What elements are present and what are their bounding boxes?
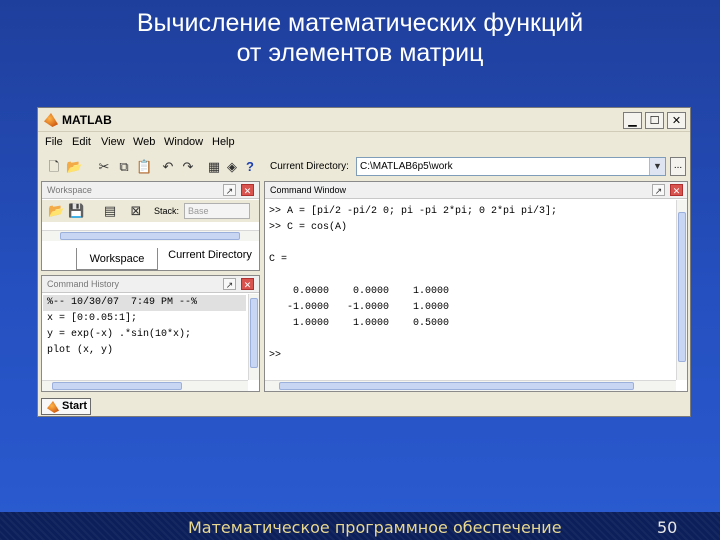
redo-icon[interactable]: ↷ (180, 159, 196, 175)
menu-edit[interactable]: Edit (72, 136, 91, 148)
current-directory-label: Current Directory: (270, 161, 349, 172)
matlab-logo-icon (47, 401, 59, 413)
undock-icon[interactable]: ↗ (223, 184, 236, 196)
current-directory-input[interactable]: C:\MATLAB6p5\work (356, 157, 666, 176)
menu-help[interactable]: Help (212, 136, 235, 148)
cut-icon[interactable]: ✂ (96, 159, 112, 175)
scroll-thumb[interactable] (279, 382, 634, 390)
stack-select[interactable]: Base (184, 203, 250, 219)
history-title: Command History (47, 279, 120, 289)
import-icon[interactable]: ▤ (102, 203, 118, 219)
close-icon[interactable]: ✕ (241, 278, 254, 290)
title-bar: MATLAB ▁ ☐ ✕ (38, 108, 690, 132)
workspace-hscroll[interactable] (42, 230, 259, 241)
command-vscroll[interactable] (676, 200, 687, 380)
window-title: MATLAB (62, 113, 112, 127)
close-icon[interactable]: ✕ (670, 184, 683, 196)
workspace-title: Workspace (47, 185, 92, 195)
undo-icon[interactable]: ↶ (160, 159, 176, 175)
paste-icon[interactable]: 📋 (136, 159, 152, 175)
main-toolbar: 🗋 📂 ✂ ⧉ 📋 ↶ ↷ ▦ ◈ ? Current Directory: C… (38, 154, 690, 180)
footer-text: Математическое программное обеспечение (188, 518, 562, 537)
help-icon[interactable]: ? (242, 159, 258, 175)
close-button[interactable]: ✕ (667, 112, 686, 129)
history-line[interactable]: x = [0:0.05:1]; (47, 313, 137, 324)
save-icon[interactable]: 💾 (68, 203, 84, 219)
history-line[interactable]: plot (x, y) (47, 345, 113, 356)
menu-window[interactable]: Window (164, 136, 203, 148)
start-label: Start (62, 400, 88, 412)
command-window-title: Command Window (270, 185, 347, 195)
status-bar: Start (38, 396, 690, 416)
chevron-down-icon[interactable]: ▼ (649, 158, 665, 175)
copy-icon[interactable]: ⧉ (116, 159, 132, 175)
stack-label: Stack: (154, 206, 180, 216)
slide-title-line1: Вычисление математических функций (136, 9, 584, 37)
workspace-panel: Workspace ↗ ✕ 📂 💾 ▤ ⊠ Stack: Base Worksp… (41, 181, 260, 271)
matlab-logo-icon (44, 113, 58, 127)
workspace-tab[interactable]: Workspace (76, 248, 158, 270)
command-window-header: Command Window ↗ ✕ (265, 182, 687, 199)
command-line[interactable]: >> A = [pi/2 -pi/2 0; pi -pi 2*pi; 0 2*p… (269, 206, 557, 217)
scroll-thumb[interactable] (250, 298, 258, 368)
command-line[interactable]: C = (269, 254, 287, 265)
minimize-button[interactable]: ▁ (623, 112, 642, 129)
page-number: 50 (657, 518, 678, 537)
open-variable-icon[interactable]: 📂 (48, 203, 64, 219)
workspace-header: Workspace ↗ ✕ (42, 182, 259, 199)
close-icon[interactable]: ✕ (241, 184, 254, 196)
command-line[interactable]: >> C = cos(A) (269, 222, 347, 233)
slide-title: Вычисление математических функций от эле… (0, 8, 720, 68)
simulink-icon[interactable]: ▦ (206, 159, 222, 175)
new-file-icon[interactable]: 🗋 (46, 159, 62, 175)
maximize-button[interactable]: ☐ (645, 112, 664, 129)
history-hscroll[interactable] (42, 380, 248, 391)
menu-view[interactable]: View (101, 136, 125, 148)
menu-file[interactable]: File (45, 136, 63, 148)
workspace-toolbar: 📂 💾 ▤ ⊠ Stack: Base (42, 200, 259, 222)
command-line[interactable]: 0.0000 0.0000 1.0000 (269, 286, 449, 297)
command-history-panel: Command History ↗ ✕ %-- 10/30/07 7:49 PM… (41, 275, 260, 392)
history-header: Command History ↗ ✕ (42, 276, 259, 293)
command-window-panel: Command Window ↗ ✕ >> A = [pi/2 -pi/2 0;… (264, 181, 688, 392)
slide-footer: Математическое программное обеспечение 5… (0, 512, 720, 540)
open-folder-icon[interactable]: 📂 (66, 159, 82, 175)
guide-icon[interactable]: ◈ (224, 159, 240, 175)
menu-web[interactable]: Web (133, 136, 155, 148)
command-hscroll[interactable] (265, 380, 676, 391)
undock-icon[interactable]: ↗ (652, 184, 665, 196)
history-vscroll[interactable] (248, 294, 259, 380)
delete-icon[interactable]: ⊠ (128, 203, 144, 219)
matlab-window: MATLAB ▁ ☐ ✕ File Edit View Web Window H… (37, 107, 691, 417)
command-line[interactable]: -1.0000 -1.0000 1.0000 (269, 302, 449, 313)
scroll-thumb[interactable] (52, 382, 182, 390)
start-button[interactable]: Start (41, 398, 91, 415)
menu-bar: File Edit View Web Window Help (38, 134, 690, 152)
scroll-thumb[interactable] (60, 232, 240, 240)
slide-title-line2: от элементов матриц (236, 39, 484, 67)
command-line[interactable]: 1.0000 1.0000 0.5000 (269, 318, 449, 329)
history-line[interactable]: y = exp(-x) .*sin(10*x); (47, 329, 191, 340)
current-directory-tab[interactable]: Current Directory (160, 244, 260, 266)
undock-icon[interactable]: ↗ (223, 278, 236, 290)
browse-button[interactable]: ... (670, 157, 686, 176)
scroll-thumb[interactable] (678, 212, 686, 362)
command-prompt[interactable]: >> (269, 350, 281, 361)
history-line[interactable]: %-- 10/30/07 7:49 PM --% (47, 297, 197, 308)
